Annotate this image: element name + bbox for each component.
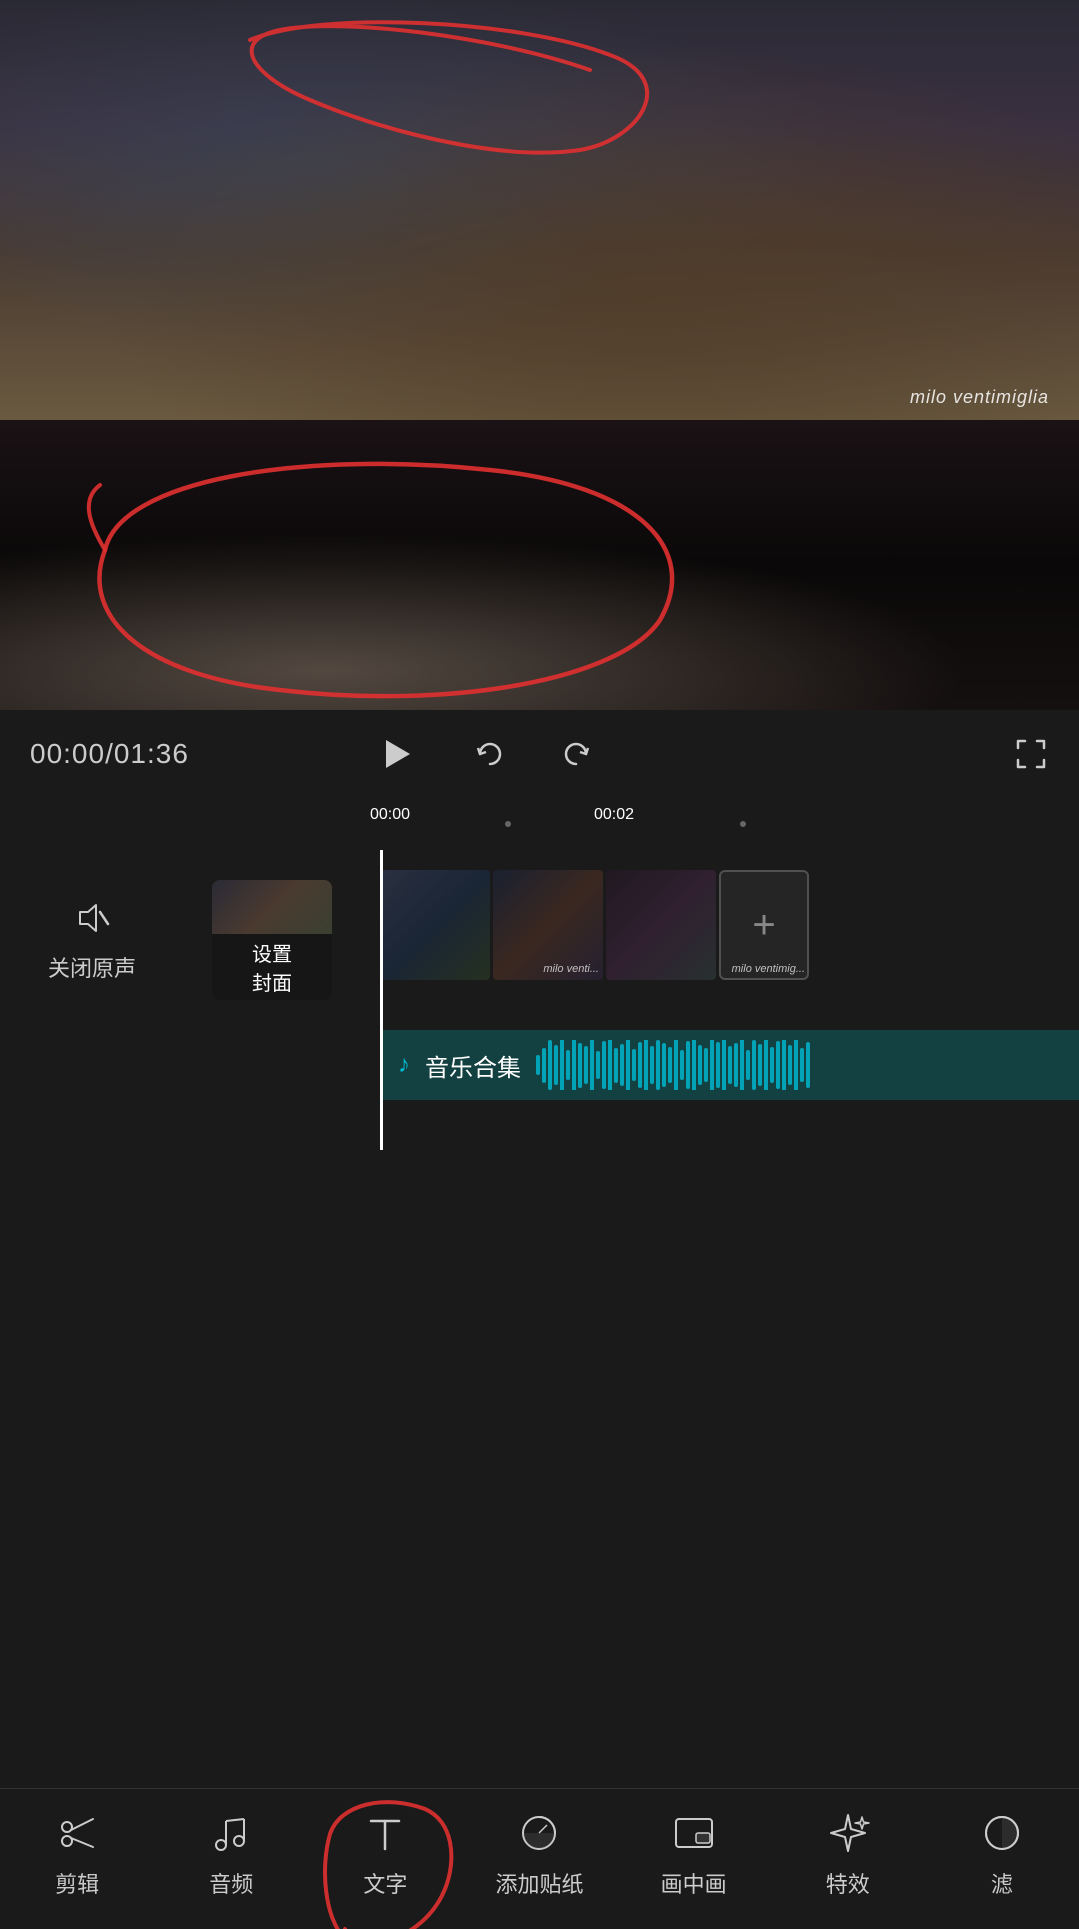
timeline-header: 00:00 00:02 <box>0 798 1079 850</box>
timestamp-start: 00:00 <box>370 806 410 824</box>
mute-label: 关闭原声 <box>48 951 136 983</box>
video-bottom-frame <box>0 420 1079 710</box>
sticker-svg <box>517 1811 561 1855</box>
tool-cut[interactable]: 剪辑 <box>0 1809 154 1899</box>
music-icon <box>207 1809 255 1857</box>
cover-preview-image <box>212 880 332 934</box>
video-watermark: milo ventimiglia <box>910 387 1049 408</box>
cover-button[interactable]: 设置 封面 <box>212 880 332 1000</box>
play-icon <box>376 734 416 774</box>
tool-pip-label: 画中画 <box>661 1867 727 1899</box>
mute-button[interactable]: 关闭原声 <box>48 898 136 983</box>
timeline-area: 关闭原声 设置 封面 milo venti... <box>0 850 1079 1200</box>
fullscreen-icon <box>1013 736 1049 772</box>
add-clip-icon: + <box>752 903 775 948</box>
tool-audio-label: 音频 <box>209 1867 253 1899</box>
filter-svg <box>980 1811 1024 1855</box>
music-note-icon: ♪ <box>398 1051 410 1079</box>
track-controls: 关闭原声 设置 封面 <box>0 880 380 1000</box>
scissors-icon <box>53 1809 101 1857</box>
video-wrapper: milo ventimiglia 00:00/01:36 <box>0 0 1079 1360</box>
tool-sticker-label: 添加贴纸 <box>495 1867 583 1899</box>
thumb-watermark-1: milo venti... <box>543 963 599 975</box>
music-track-content[interactable]: ♪ 音乐合集 <box>380 1030 1079 1100</box>
tool-filter[interactable]: 滤 <box>925 1809 1079 1899</box>
timeline-dot2 <box>740 821 746 827</box>
video-track-row: 关闭原声 设置 封面 milo venti... <box>0 870 1079 1010</box>
text-T-svg <box>363 1811 407 1855</box>
sticker-icon <box>515 1809 563 1857</box>
pip-svg <box>672 1811 716 1855</box>
thumb-3[interactable]: milo ventimig... <box>606 870 716 980</box>
effects-svg <box>826 1811 870 1855</box>
fullscreen-button[interactable] <box>1013 736 1049 772</box>
controls-icons <box>370 728 1049 780</box>
playhead <box>380 850 383 1150</box>
redo-icon <box>558 736 594 772</box>
timeline-dot1 <box>505 821 511 827</box>
tool-text-label: 文字 <box>363 1867 407 1899</box>
thumb-1[interactable] <box>380 870 490 980</box>
undo-icon <box>472 736 508 772</box>
annotation-top <box>0 0 1079 420</box>
tool-effects-label: 特效 <box>826 1867 870 1899</box>
music-track-row: ♪ 音乐合集 <box>0 1030 1079 1110</box>
video-container: milo ventimiglia <box>0 0 1079 710</box>
undo-button[interactable] <box>472 736 508 772</box>
bottom-toolbar: 剪辑 音频 文字 <box>0 1788 1079 1929</box>
tool-text[interactable]: 文字 <box>308 1809 462 1899</box>
tool-cut-label: 剪辑 <box>55 1867 99 1899</box>
video-preview: milo ventimiglia <box>0 0 1079 710</box>
controls-bar: 00:00/01:36 <box>0 710 1079 798</box>
annotation-bottom <box>0 420 1079 710</box>
play-button[interactable] <box>370 728 422 780</box>
music-title: 音乐合集 <box>425 1048 521 1083</box>
scissors-svg <box>55 1811 99 1855</box>
waveform <box>536 1040 1079 1090</box>
cover-label: 设置 封面 <box>212 934 332 1000</box>
toolbar-spacer <box>0 1200 1079 1360</box>
timestamp-2s: 00:02 <box>594 806 634 824</box>
speaker-icon <box>72 898 112 938</box>
thumbnails-strip: milo venti... milo ventimig... + <box>380 870 809 980</box>
mute-icon <box>72 898 112 943</box>
thumb-2[interactable]: milo venti... <box>493 870 603 980</box>
text-icon <box>361 1809 409 1857</box>
video-top-frame: milo ventimiglia <box>0 0 1079 420</box>
effects-icon <box>824 1809 872 1857</box>
filter-icon <box>978 1809 1026 1857</box>
music-svg <box>209 1811 253 1855</box>
tool-pip[interactable]: 画中画 <box>617 1809 771 1899</box>
time-display: 00:00/01:36 <box>30 738 370 770</box>
tool-sticker[interactable]: 添加贴纸 <box>462 1809 616 1899</box>
tool-filter-label: 滤 <box>991 1867 1013 1899</box>
tool-effects[interactable]: 特效 <box>771 1809 925 1899</box>
pip-icon <box>670 1809 718 1857</box>
tool-audio[interactable]: 音频 <box>154 1809 308 1899</box>
redo-button[interactable] <box>558 736 594 772</box>
